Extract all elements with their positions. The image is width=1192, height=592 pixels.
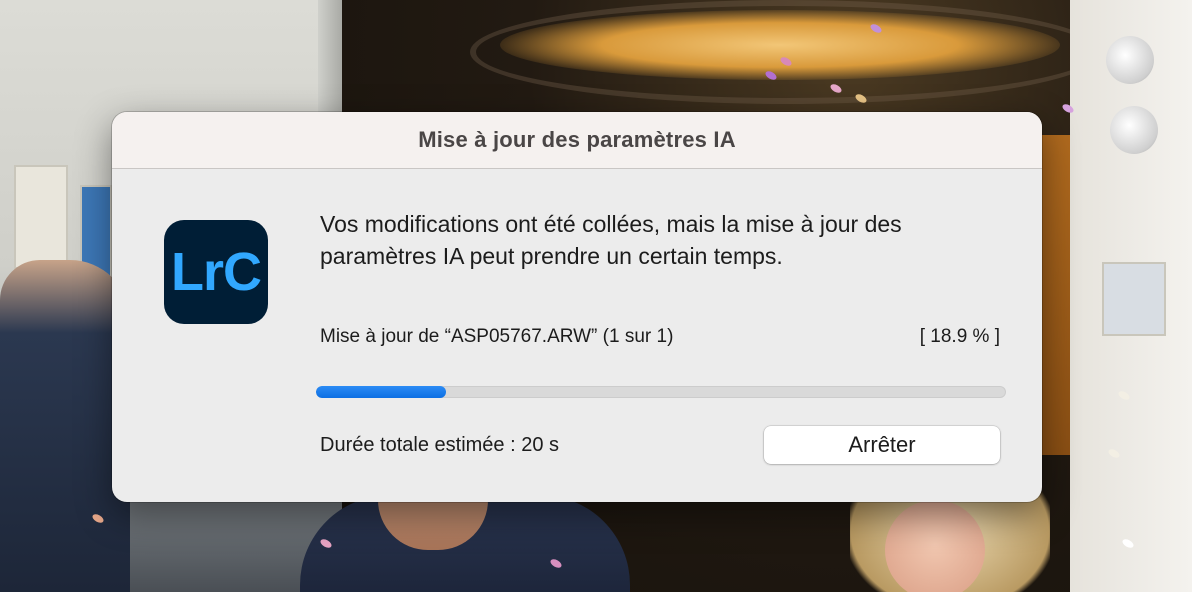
lightroom-classic-icon: LrC xyxy=(164,220,268,324)
background-speaker xyxy=(1110,106,1158,154)
progress-bar xyxy=(316,386,1006,398)
background-poster xyxy=(14,165,68,269)
app-icon-label: LrC xyxy=(171,242,262,302)
dialog-titlebar: Mise à jour des paramètres IA xyxy=(112,112,1042,169)
progress-bar-fill xyxy=(316,386,447,398)
background-guest xyxy=(0,260,130,592)
update-ai-settings-dialog: Mise à jour des paramètres IA LrC Vos mo… xyxy=(112,112,1042,502)
dialog-title: Mise à jour des paramètres IA xyxy=(418,127,736,152)
background-lamp xyxy=(500,10,1060,80)
progress-label: Mise à jour de “ASP05767.ARW” (1 sur 1) xyxy=(320,326,674,347)
estimated-time-label: Durée totale estimée : 20 s xyxy=(320,434,560,456)
progress-percent: [ 18.9 % ] xyxy=(919,326,1000,347)
dialog-message: Vos modifications ont été collées, mais … xyxy=(320,211,902,269)
stop-button[interactable]: Arrêter xyxy=(764,426,1000,464)
background-bride-face xyxy=(885,500,985,592)
background-speaker xyxy=(1106,36,1154,84)
background-poster xyxy=(1102,262,1166,336)
